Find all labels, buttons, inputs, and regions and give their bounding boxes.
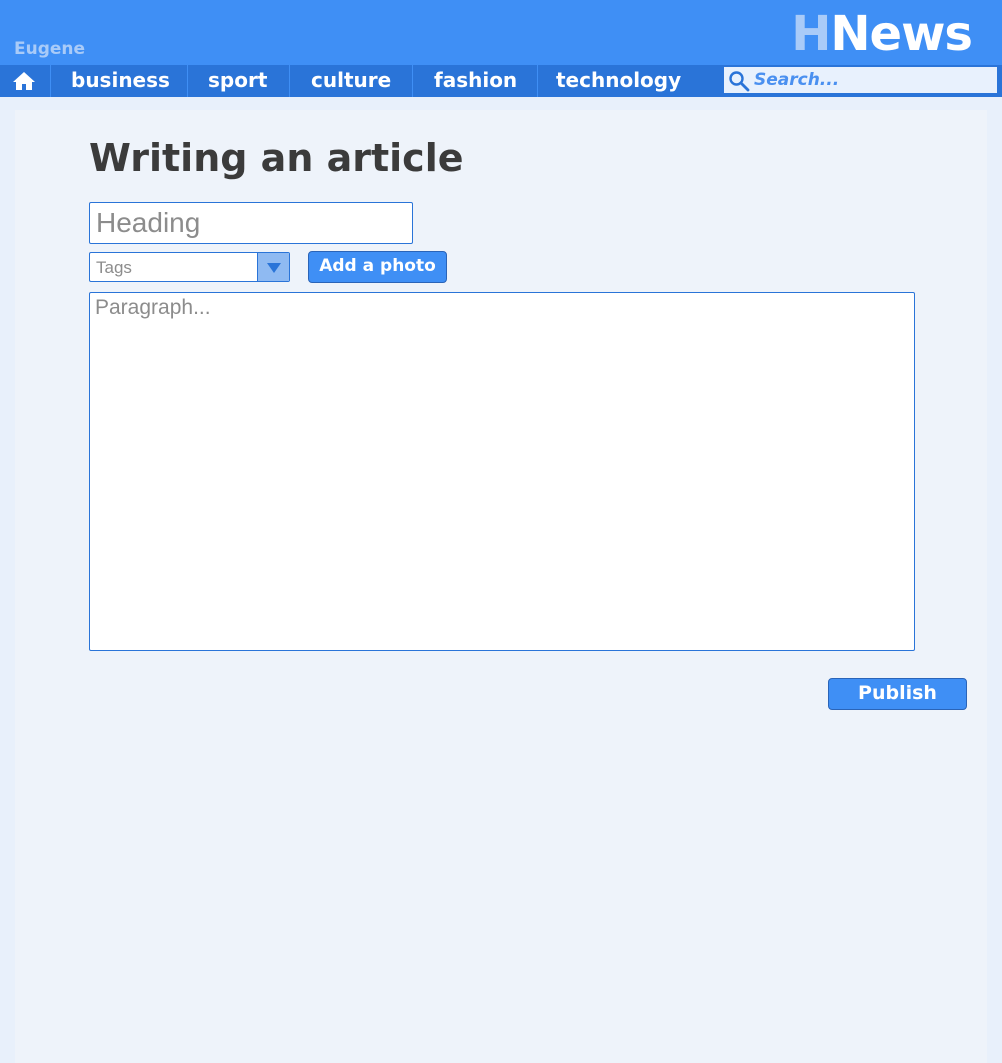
nav-item-fashion[interactable]: fashion (434, 65, 517, 97)
user-name[interactable]: Eugene (14, 39, 85, 59)
nav-item-business[interactable]: business (71, 65, 170, 97)
nav-divider (537, 65, 538, 97)
search-icon[interactable] (728, 70, 750, 92)
app-header: Eugene HNews (0, 0, 1002, 65)
logo-prefix: H (791, 6, 831, 62)
paragraph-textarea[interactable] (89, 292, 915, 651)
home-icon (13, 72, 35, 90)
logo-text: News (830, 6, 973, 62)
nav-divider (289, 65, 290, 97)
publish-button[interactable]: Publish (828, 678, 967, 710)
nav-item-culture[interactable]: culture (311, 65, 391, 97)
search-input[interactable] (754, 69, 992, 91)
search-box[interactable] (723, 66, 998, 94)
site-logo[interactable]: HNews (791, 6, 973, 62)
tags-label: Tags (96, 258, 132, 277)
add-photo-button[interactable]: Add a photo (308, 251, 447, 283)
nav-divider (50, 65, 51, 97)
page-title: Writing an article (89, 136, 464, 180)
article-editor: Writing an article Tags Add a photo Publ… (15, 110, 987, 1063)
chevron-down-icon (267, 263, 281, 273)
tags-dropdown[interactable]: Tags (89, 252, 290, 282)
home-button[interactable] (12, 71, 36, 91)
heading-input[interactable] (89, 202, 413, 244)
nav-divider (412, 65, 413, 97)
nav-item-technology[interactable]: technology (556, 65, 681, 97)
nav-item-sport[interactable]: sport (208, 65, 267, 97)
nav-divider (187, 65, 188, 97)
tags-dropdown-toggle[interactable] (257, 253, 289, 281)
